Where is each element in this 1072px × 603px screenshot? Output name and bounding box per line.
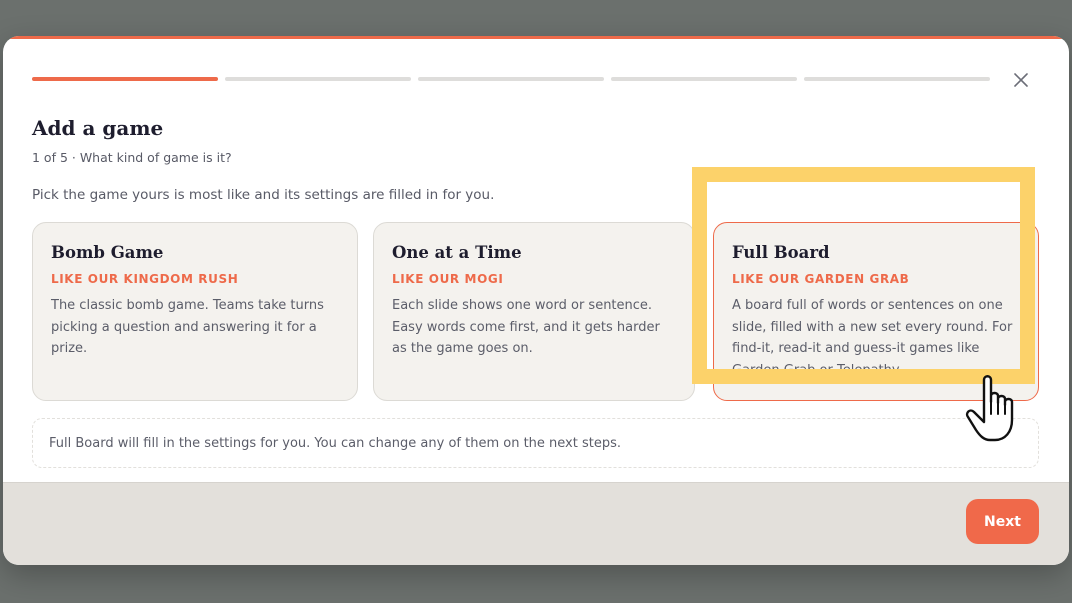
progress-segment-4 [611,77,797,81]
card-subtitle: LIKE OUR MOGI [392,272,504,286]
card-title: Bomb Game [51,243,164,262]
add-game-modal: Add a game 1 of 5 · What kind of game is… [3,36,1069,565]
info-note: Full Board will fill in the settings for… [32,418,1039,468]
step-progress [32,77,990,81]
game-type-options: Bomb Game LIKE OUR KINGDOM RUSH The clas… [32,222,1039,401]
progress-segment-3 [418,77,604,81]
card-title: Full Board [732,243,830,262]
progress-segment-2 [225,77,411,81]
top-accent-bar [3,36,1069,39]
game-option-full-board[interactable]: Full Board LIKE OUR GARDEN GRAB A board … [713,222,1039,401]
card-subtitle: LIKE OUR KINGDOM RUSH [51,272,239,286]
progress-segment-5 [804,77,990,81]
close-button[interactable] [1009,68,1033,92]
modal-title: Add a game [32,116,164,140]
game-option-bomb-game[interactable]: Bomb Game LIKE OUR KINGDOM RUSH The clas… [32,222,358,401]
step-indicator: 1 of 5 · What kind of game is it? [32,150,232,165]
card-description: A board full of words or sentences on on… [732,298,1013,378]
card-subtitle: LIKE OUR GARDEN GRAB [732,272,910,286]
progress-segment-1 [32,77,218,81]
close-icon [1014,73,1028,87]
intro-text: Pick the game yours is most like and its… [32,187,495,203]
card-description: Each slide shows one word or sentence. E… [392,298,660,356]
card-description: The classic bomb game. Teams take turns … [51,298,324,356]
card-title: One at a Time [392,243,522,262]
game-option-one-at-a-time[interactable]: One at a Time LIKE OUR MOGI Each slide s… [373,222,695,401]
modal-footer: Next [3,482,1069,565]
next-button[interactable]: Next [966,499,1039,544]
